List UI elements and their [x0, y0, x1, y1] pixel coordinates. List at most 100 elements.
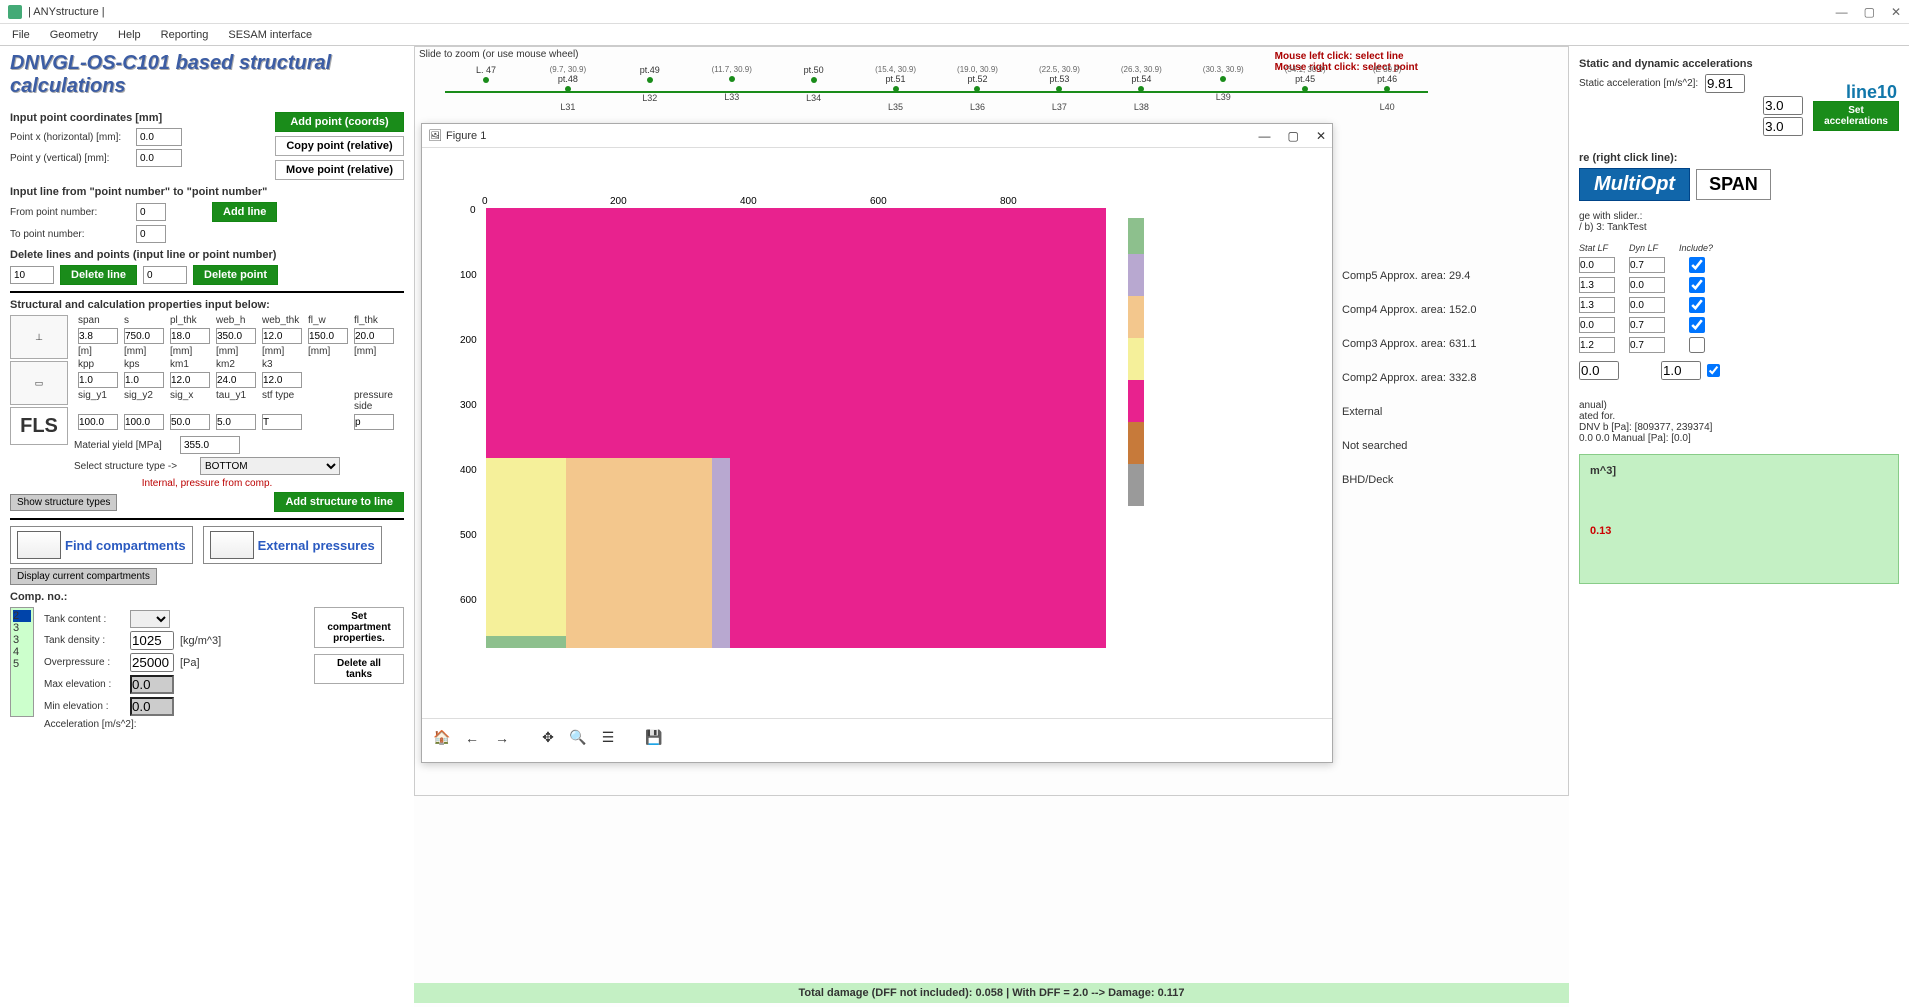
comp-list[interactable]: 2 3 3 4 5: [10, 607, 34, 717]
delete-point-button[interactable]: Delete point: [193, 265, 278, 285]
tank-content-select[interactable]: [130, 610, 170, 628]
kpp-input[interactable]: [78, 372, 118, 388]
dynlf-0[interactable]: [1629, 257, 1665, 273]
multiopt-button[interactable]: MultiOpt: [1579, 168, 1690, 201]
extra-include[interactable]: [1707, 364, 1720, 377]
dynlf-1[interactable]: [1629, 277, 1665, 293]
statlf-1[interactable]: [1579, 277, 1615, 293]
svg-text:0: 0: [482, 196, 488, 207]
dynlf-3[interactable]: [1629, 317, 1665, 333]
to-input[interactable]: [136, 225, 166, 243]
legend-label: Comp5 Approx. area: 29.4: [1342, 270, 1470, 282]
py-input[interactable]: [136, 149, 182, 167]
kps-input[interactable]: [124, 372, 164, 388]
sigy1-input[interactable]: [78, 414, 118, 430]
tank-density-input[interactable]: [130, 631, 174, 650]
extra-dyn[interactable]: [1661, 361, 1701, 380]
set-accel-button[interactable]: Set accelerations: [1813, 101, 1899, 131]
menu-help[interactable]: Help: [110, 27, 149, 43]
sigy2-input[interactable]: [124, 414, 164, 430]
k3-input[interactable]: [262, 372, 302, 388]
km1-input[interactable]: [170, 372, 210, 388]
sigx-input[interactable]: [170, 414, 210, 430]
dyn-accel-2[interactable]: [1763, 117, 1803, 136]
add-point-button[interactable]: Add point (coords): [275, 112, 404, 132]
forward-icon[interactable]: →: [490, 726, 514, 750]
px-input[interactable]: [136, 128, 182, 146]
plthk-input[interactable]: [170, 328, 210, 344]
figure-minimize-button[interactable]: —: [1258, 129, 1270, 143]
comp-item[interactable]: 4: [13, 646, 31, 658]
minimize-button[interactable]: —: [1836, 5, 1848, 19]
find-compartments-button[interactable]: Find compartments: [10, 526, 193, 564]
s-input[interactable]: [124, 328, 164, 344]
display-comp-button[interactable]: Display current compartments: [10, 568, 157, 585]
dynlf-4[interactable]: [1629, 337, 1665, 353]
tauy1-input[interactable]: [216, 414, 256, 430]
set-comp-props-button[interactable]: Set compartment properties.: [314, 607, 404, 648]
zoom-icon[interactable]: 🔍: [566, 726, 590, 750]
add-struct-button[interactable]: Add structure to line: [274, 492, 404, 512]
static-accel-input[interactable]: [1705, 74, 1745, 93]
extra-stat[interactable]: [1579, 361, 1619, 380]
include-1[interactable]: [1679, 277, 1715, 293]
statlf-2[interactable]: [1579, 297, 1615, 313]
from-input[interactable]: [136, 203, 166, 221]
min-elev-input: [130, 697, 174, 716]
ext-press-icon: [210, 531, 254, 559]
figure-maximize-button[interactable]: ▢: [1288, 129, 1299, 143]
comp-item[interactable]: 2: [13, 610, 31, 622]
comp-item[interactable]: 3: [13, 622, 31, 634]
comp-item[interactable]: 3: [13, 634, 31, 646]
include-0[interactable]: [1679, 257, 1715, 273]
drawing-timeline[interactable]: L. 47 (9.7, 30.9)pt.48L31 pt.49L32 (11.7…: [445, 65, 1428, 105]
span-input[interactable]: [78, 328, 118, 344]
menu-reporting[interactable]: Reporting: [153, 27, 217, 43]
flthk-input[interactable]: [354, 328, 394, 344]
delete-line-button[interactable]: Delete line: [60, 265, 137, 285]
menu-sesam[interactable]: SESAM interface: [220, 27, 320, 43]
hdr-webh: web_h: [216, 315, 258, 326]
struct-type-select[interactable]: BOTTOM: [200, 457, 340, 475]
webthk-input[interactable]: [262, 328, 302, 344]
pan-icon[interactable]: ✥: [536, 726, 560, 750]
statlf-4[interactable]: [1579, 337, 1615, 353]
maximize-button[interactable]: ▢: [1864, 5, 1875, 19]
section-icon-2: ▭: [10, 361, 68, 405]
delete-point-input[interactable]: [143, 266, 187, 284]
delete-tanks-button[interactable]: Delete all tanks: [314, 654, 404, 684]
stftype-input[interactable]: [262, 414, 302, 430]
pside-input[interactable]: [354, 414, 394, 430]
config-icon[interactable]: ☰: [596, 726, 620, 750]
save-icon[interactable]: 💾: [642, 726, 666, 750]
statlf-0[interactable]: [1579, 257, 1615, 273]
mat-yield-input[interactable]: [180, 436, 240, 454]
statlf-3[interactable]: [1579, 317, 1615, 333]
flw-input[interactable]: [308, 328, 348, 344]
compartment-plot[interactable]: 0 200 400 600 800 0 100 200 300 400 500 …: [422, 148, 1332, 718]
dynlf-2[interactable]: [1629, 297, 1665, 313]
home-icon[interactable]: 🏠: [430, 726, 454, 750]
move-point-button[interactable]: Move point (relative): [275, 160, 404, 180]
hdr-kpp: kpp: [78, 359, 120, 370]
overpressure-input[interactable]: [130, 653, 174, 672]
dyn-accel-1[interactable]: [1763, 96, 1803, 115]
add-line-button[interactable]: Add line: [212, 202, 277, 222]
include-3[interactable]: [1679, 317, 1715, 333]
close-button[interactable]: ✕: [1891, 5, 1901, 19]
include-4[interactable]: [1679, 337, 1715, 353]
km2-input[interactable]: [216, 372, 256, 388]
external-pressures-button[interactable]: External pressures: [203, 526, 382, 564]
copy-point-button[interactable]: Copy point (relative): [275, 136, 404, 156]
figure-close-button[interactable]: ✕: [1316, 129, 1326, 143]
webh-input[interactable]: [216, 328, 256, 344]
include-2[interactable]: [1679, 297, 1715, 313]
menu-geometry[interactable]: Geometry: [42, 27, 106, 43]
back-icon[interactable]: ←: [460, 726, 484, 750]
comp-item[interactable]: 5: [13, 658, 31, 670]
from-label: From point number:: [10, 207, 130, 218]
show-struct-button[interactable]: Show structure types: [10, 494, 117, 511]
span-button[interactable]: SPAN: [1696, 169, 1771, 200]
menu-file[interactable]: File: [4, 27, 38, 43]
delete-line-input[interactable]: [10, 266, 54, 284]
